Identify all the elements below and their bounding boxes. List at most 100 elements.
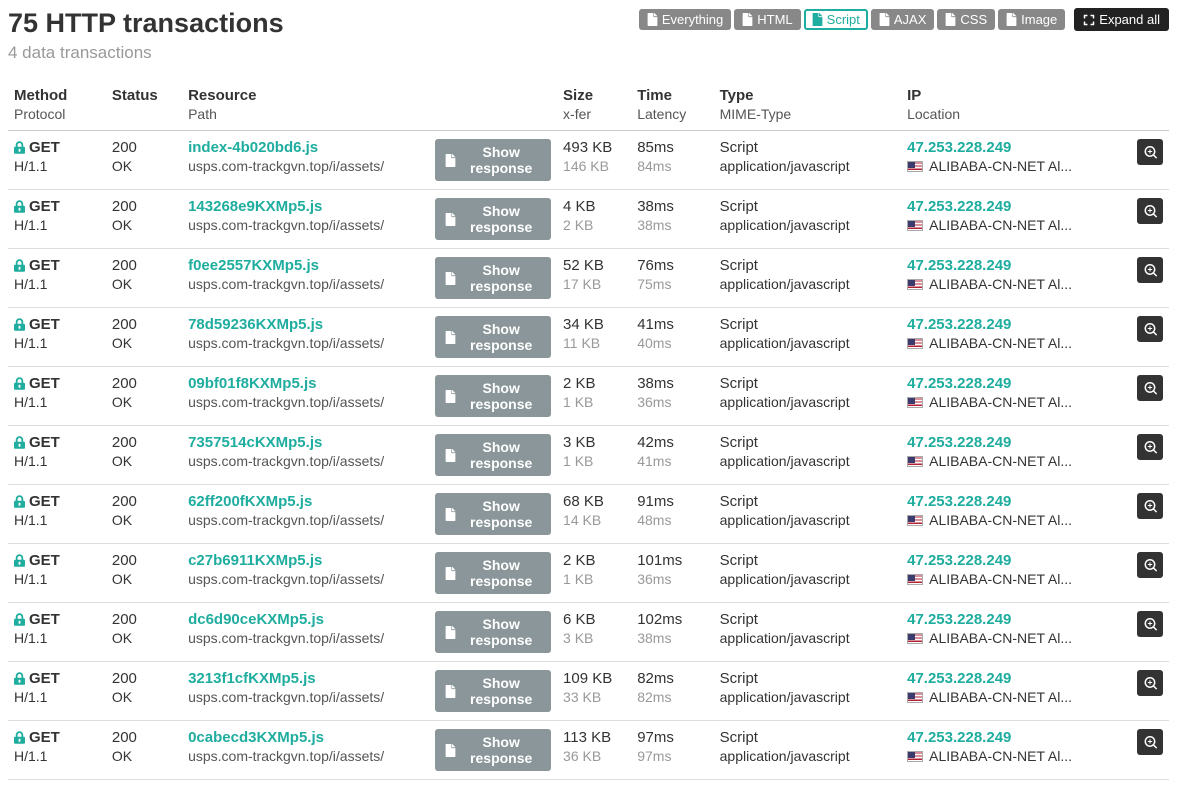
status-text: OK xyxy=(112,276,176,292)
zoom-icon xyxy=(1144,441,1157,454)
zoom-icon xyxy=(1144,618,1157,631)
xfer-size: 11 KB xyxy=(563,335,625,351)
table-row: GETH/1.1200OK62ff200fKXMp5.jsusps.com-tr… xyxy=(8,485,1169,544)
file-icon xyxy=(445,744,456,757)
resource-path: usps.com-trackgvn.top/i/assets/ xyxy=(188,689,423,705)
time: 42ms xyxy=(637,434,707,451)
time: 38ms xyxy=(637,198,707,215)
zoom-button[interactable] xyxy=(1137,434,1163,460)
zoom-button[interactable] xyxy=(1137,729,1163,755)
zoom-button[interactable] xyxy=(1137,375,1163,401)
show-response-button[interactable]: Show response xyxy=(435,729,551,771)
protocol: H/1.1 xyxy=(14,335,100,351)
resource-link[interactable]: 0cabecd3KXMp5.js xyxy=(188,729,324,746)
resource-link[interactable]: 143268e9KXMp5.js xyxy=(188,198,322,215)
file-icon xyxy=(1006,13,1017,26)
resource-link[interactable]: dc6d90ceKXMp5.js xyxy=(188,611,324,628)
ip-link[interactable]: 47.253.228.249 xyxy=(907,434,1011,451)
col-status: Status xyxy=(106,81,182,131)
show-response-button[interactable]: Show response xyxy=(435,139,551,181)
resource-link[interactable]: 62ff200fKXMp5.js xyxy=(188,493,312,510)
zoom-button[interactable] xyxy=(1137,493,1163,519)
ip-link[interactable]: 47.253.228.249 xyxy=(907,139,1011,156)
zoom-icon xyxy=(1144,146,1157,159)
status-code: 200 xyxy=(112,375,176,392)
zoom-button[interactable] xyxy=(1137,316,1163,342)
xfer-size: 14 KB xyxy=(563,512,625,528)
xfer-size: 2 KB xyxy=(563,217,625,233)
status-code: 200 xyxy=(112,670,176,687)
resource-link[interactable]: 09bf01f8KXMp5.js xyxy=(188,375,316,392)
ip-link[interactable]: 47.253.228.249 xyxy=(907,493,1011,510)
file-icon xyxy=(445,154,456,167)
ip-link[interactable]: 47.253.228.249 xyxy=(907,670,1011,687)
resource-link[interactable]: 7357514cKXMp5.js xyxy=(188,434,322,451)
file-icon xyxy=(879,13,890,26)
type: Script xyxy=(720,198,895,215)
show-response-button[interactable]: Show response xyxy=(435,611,551,653)
filter-everything[interactable]: Everything xyxy=(639,9,731,30)
col-type: TypeMIME-Type xyxy=(714,81,901,131)
show-response-button[interactable]: Show response xyxy=(435,198,551,240)
protocol: H/1.1 xyxy=(14,217,100,233)
location: ALIBABA-CN-NET Al... xyxy=(929,394,1072,410)
filter-script[interactable]: Script xyxy=(804,9,868,30)
show-response-button[interactable]: Show response xyxy=(435,316,551,358)
filter-bar: EverythingHTMLScriptAJAXCSSImage Expand a… xyxy=(639,8,1169,31)
flag-icon xyxy=(907,397,923,408)
show-response-button[interactable]: Show response xyxy=(435,552,551,594)
lock-icon xyxy=(14,200,25,213)
expand-all-button[interactable]: Expand all xyxy=(1074,8,1169,31)
file-icon xyxy=(445,567,456,580)
status-text: OK xyxy=(112,512,176,528)
flag-icon xyxy=(907,338,923,349)
show-response-button[interactable]: Show response xyxy=(435,670,551,712)
expand-icon xyxy=(1083,14,1095,26)
zoom-button[interactable] xyxy=(1137,552,1163,578)
flag-icon xyxy=(907,220,923,231)
show-response-button[interactable]: Show response xyxy=(435,375,551,417)
filter-ajax[interactable]: AJAX xyxy=(871,9,935,30)
zoom-button[interactable] xyxy=(1137,257,1163,283)
zoom-button[interactable] xyxy=(1137,198,1163,224)
zoom-button[interactable] xyxy=(1137,670,1163,696)
filter-css[interactable]: CSS xyxy=(937,9,995,30)
lock-icon xyxy=(14,141,25,154)
xfer-size: 146 KB xyxy=(563,158,625,174)
resource-link[interactable]: index-4b020bd6.js xyxy=(188,139,318,156)
resource-link[interactable]: 3213f1cfKXMp5.js xyxy=(188,670,316,687)
resource-link[interactable]: f0ee2557KXMp5.js xyxy=(188,257,319,274)
show-response-button[interactable]: Show response xyxy=(435,493,551,535)
zoom-button[interactable] xyxy=(1137,611,1163,637)
ip-link[interactable]: 47.253.228.249 xyxy=(907,375,1011,392)
ip-link[interactable]: 47.253.228.249 xyxy=(907,257,1011,274)
lock-icon xyxy=(14,613,25,626)
status-text: OK xyxy=(112,453,176,469)
ip-link[interactable]: 47.253.228.249 xyxy=(907,729,1011,746)
latency: 84ms xyxy=(637,158,707,174)
ip-link[interactable]: 47.253.228.249 xyxy=(907,552,1011,569)
time: 85ms xyxy=(637,139,707,156)
filter-image[interactable]: Image xyxy=(998,9,1065,30)
filter-html[interactable]: HTML xyxy=(734,9,800,30)
col-show xyxy=(429,81,557,131)
show-response-button[interactable]: Show response xyxy=(435,434,551,476)
file-icon xyxy=(445,626,456,639)
ip-link[interactable]: 47.253.228.249 xyxy=(907,316,1011,333)
zoom-button[interactable] xyxy=(1137,139,1163,165)
ip-link[interactable]: 47.253.228.249 xyxy=(907,611,1011,628)
resource-path: usps.com-trackgvn.top/i/assets/ xyxy=(188,571,423,587)
show-response-button[interactable]: Show response xyxy=(435,257,551,299)
ip-link[interactable]: 47.253.228.249 xyxy=(907,198,1011,215)
mime-type: application/javascript xyxy=(720,335,895,351)
lock-icon xyxy=(14,731,25,744)
resource-link[interactable]: c27b6911KXMp5.js xyxy=(188,552,322,569)
location: ALIBABA-CN-NET Al... xyxy=(929,689,1072,705)
resource-link[interactable]: 78d59236KXMp5.js xyxy=(188,316,323,333)
lock-icon xyxy=(14,377,25,390)
file-icon xyxy=(445,213,456,226)
mime-type: application/javascript xyxy=(720,630,895,646)
status-text: OK xyxy=(112,217,176,233)
status-text: OK xyxy=(112,630,176,646)
lock-icon xyxy=(14,495,25,508)
